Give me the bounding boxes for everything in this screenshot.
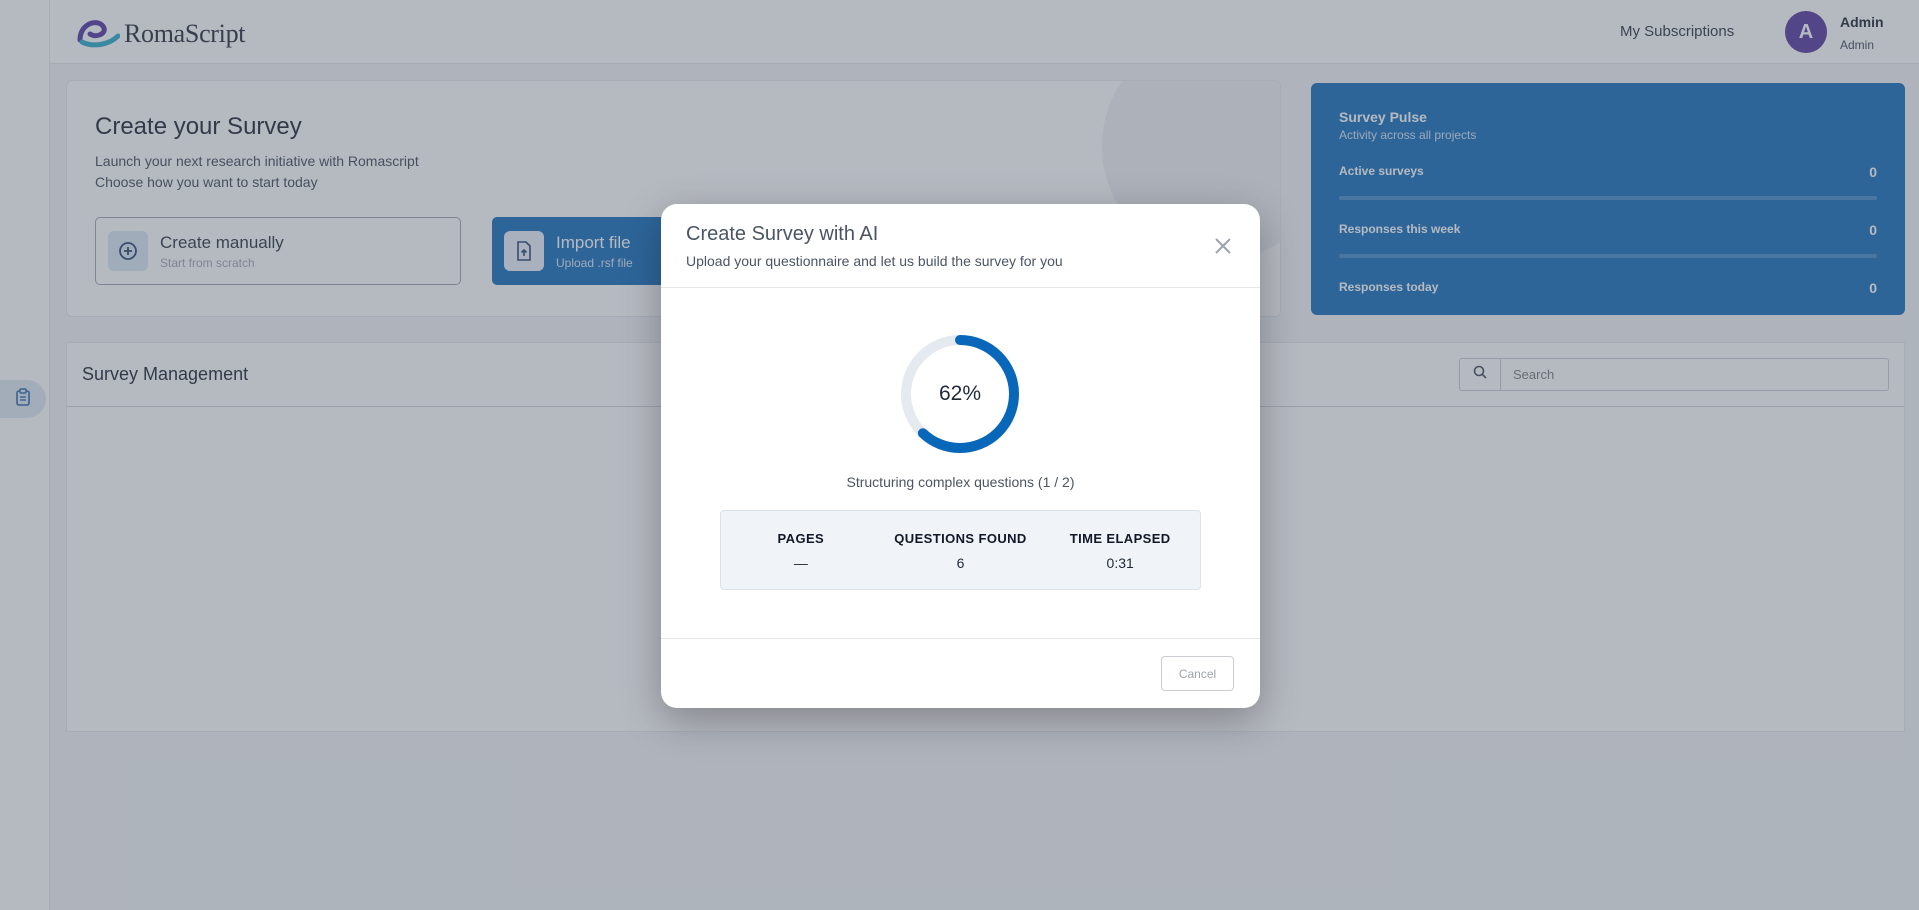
stat-value: 0:31 bbox=[1106, 555, 1134, 571]
stat-questions-found: QUESTIONS FOUND 6 bbox=[881, 511, 1041, 589]
stat-label: TIME ELAPSED bbox=[1069, 531, 1171, 546]
modal-title: Create Survey with AI bbox=[686, 223, 879, 245]
create-survey-ai-modal: Create Survey with AI Upload your questi… bbox=[661, 204, 1260, 708]
progress-ring: 62% bbox=[898, 332, 1022, 456]
progress-percent: 62% bbox=[938, 382, 982, 405]
modal-subtitle: Upload your questionnaire and let us bui… bbox=[686, 253, 1063, 269]
stat-value: 6 bbox=[956, 555, 965, 571]
cancel-button[interactable]: Cancel bbox=[1161, 656, 1234, 691]
modal-header: Create Survey with AI Upload your questi… bbox=[661, 204, 1260, 288]
stat-label: QUESTIONS FOUND bbox=[894, 531, 1027, 546]
stat-time-elapsed: TIME ELAPSED 0:31 bbox=[1040, 511, 1200, 589]
close-icon bbox=[1211, 238, 1235, 262]
close-button[interactable] bbox=[1211, 234, 1235, 258]
modal-footer: Cancel bbox=[661, 638, 1260, 708]
stat-label: PAGES bbox=[777, 531, 825, 546]
stat-pages: PAGES — bbox=[721, 511, 881, 589]
stats-panel: PAGES — QUESTIONS FOUND 6 TIME ELAPSED 0… bbox=[720, 510, 1201, 590]
progress-status: Structuring complex questions (1 / 2) bbox=[846, 474, 1075, 490]
stat-value: — bbox=[793, 555, 808, 571]
